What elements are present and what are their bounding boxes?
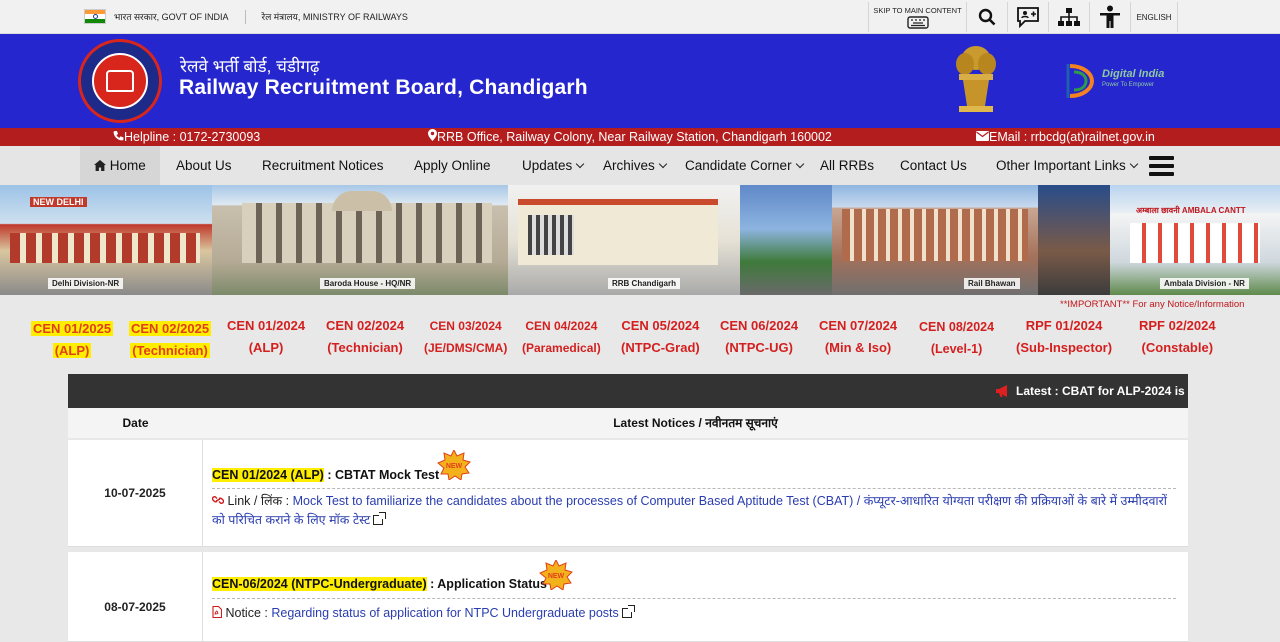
hero-banner: NEW DELHI Delhi Division-NR Baroda House… xyxy=(0,185,1280,295)
banner-dancers xyxy=(1038,185,1110,295)
banner-delhi-division: NEW DELHI Delhi Division-NR xyxy=(0,185,212,295)
banner-rail-bhawan: Rail Bhawan xyxy=(832,185,1038,295)
rpf-link-02-2024[interactable]: RPF 02/2024 (Constable) xyxy=(1139,315,1216,359)
skip-to-main-content-button[interactable]: SKIP TO MAIN CONTENT xyxy=(868,2,966,32)
notice-title: CEN 01/2024 (ALP) : CBTAT Mock Test xyxy=(212,468,440,482)
cen-link-03-2024[interactable]: CEN 03/2024 (JE/DMS/CMA) xyxy=(424,315,507,359)
mock-test-link[interactable]: Mock Test to familiarize the candidates … xyxy=(212,494,1167,527)
accessibility-icon xyxy=(1100,5,1120,28)
map-pin-icon xyxy=(428,129,437,141)
chevron-down-icon xyxy=(1129,159,1139,169)
important-notice-label: **IMPORTANT** For any Notice/Information xyxy=(1060,299,1245,310)
indian-railways-logo[interactable] xyxy=(78,39,162,123)
helpline: Helpline : 0172-2730093 xyxy=(113,129,260,144)
chevron-down-icon xyxy=(658,159,668,169)
email-contact[interactable]: EMail : rrbcdg(at)railnet.gov.in xyxy=(976,129,1155,144)
column-header-notices: Latest Notices / नवीनतम सूचनाएं xyxy=(203,408,1188,438)
chat-feedback-icon xyxy=(1017,7,1039,28)
keyboard-icon xyxy=(906,15,929,29)
gov-top-bar: भारत सरकार, GOVT OF INDIA रेल मंत्रालय, … xyxy=(0,0,1280,34)
column-header-date: Date xyxy=(68,408,203,438)
org-title-hindi: रेलवे भर्ती बोर्ड, चंडीगढ़ xyxy=(180,57,320,76)
banner-ambala-division: अम्बाला छावनी AMBALA CANTT Ambala Divisi… xyxy=(1110,185,1280,295)
notice-title: CEN-06/2024 (NTPC-Undergraduate) : Appli… xyxy=(212,577,548,591)
search-button[interactable] xyxy=(966,2,1007,32)
govt-of-india-link[interactable]: भारत सरकार, GOVT OF INDIA xyxy=(114,10,229,23)
external-link-icon xyxy=(373,512,387,525)
digital-india-icon xyxy=(1066,64,1095,98)
nav-updates[interactable]: Updates xyxy=(522,146,585,185)
cen-link-05-2024[interactable]: CEN 05/2024 (NTPC-Grad) xyxy=(621,315,700,359)
sitemap-icon xyxy=(1058,8,1080,26)
svg-text:NEW: NEW xyxy=(548,573,565,580)
accessibility-button[interactable] xyxy=(1089,2,1130,32)
ministry-link[interactable]: रेल मंत्रालय, MINISTRY OF RAILWAYS xyxy=(262,10,408,23)
nav-apply-online[interactable]: Apply Online xyxy=(414,146,491,185)
nav-archives[interactable]: Archives xyxy=(603,146,668,185)
cen-link-02-2024[interactable]: CEN 02/2024 (Technician) xyxy=(326,315,404,359)
gov-identity: भारत सरकार, GOVT OF INDIA रेल मंत्रालय, … xyxy=(84,9,408,24)
hamburger-menu-icon[interactable] xyxy=(1149,156,1174,176)
notice-link-row: Link / लिंक : Mock Test to familiarize t… xyxy=(211,494,1167,527)
table-row: 10-07-2025 CEN 01/2024 (ALP) : CBTAT Moc… xyxy=(68,440,1188,547)
national-emblem-icon xyxy=(956,46,996,112)
rpf-link-01-2024[interactable]: RPF 01/2024 (Sub-Inspector) xyxy=(1016,315,1112,359)
notice-date: 10-07-2025 xyxy=(68,440,203,546)
banner-baroda-house: Baroda House - HQ/NR xyxy=(212,185,508,295)
search-icon xyxy=(978,8,996,26)
table-row: 08-07-2025 CEN-06/2024 (NTPC-Undergradua… xyxy=(68,552,1188,642)
phone-icon xyxy=(113,131,124,141)
india-flag-icon xyxy=(84,9,106,24)
envelope-icon xyxy=(976,131,989,141)
contact-bar: Helpline : 0172-2730093 RRB Office, Rail… xyxy=(0,128,1280,146)
chevron-down-icon xyxy=(795,159,804,169)
home-icon xyxy=(94,160,106,171)
nav-about-us[interactable]: About Us xyxy=(176,146,232,185)
nav-recruitment-notices[interactable]: Recruitment Notices xyxy=(262,146,384,185)
nav-candidate-corner[interactable]: Candidate Corner xyxy=(685,146,804,185)
megaphone-icon xyxy=(996,385,1007,397)
cen-link-08-2024[interactable]: CEN 08/2024 (Level-1) xyxy=(919,316,994,360)
ntpc-application-status-link[interactable]: Regarding status of application for NTPC… xyxy=(271,606,618,620)
new-badge-icon: NEW xyxy=(437,450,471,480)
cen-link-01-2024[interactable]: CEN 01/2024 (ALP) xyxy=(227,315,305,359)
org-title-english: Railway Recruitment Board, Chandigarh xyxy=(179,76,588,99)
feedback-button[interactable] xyxy=(1007,2,1048,32)
nav-all-rrbs[interactable]: All RRBs xyxy=(820,146,874,185)
site-header: रेलवे भर्ती बोर्ड, चंडीगढ़ Railway Recru… xyxy=(0,34,1280,128)
nav-other-links[interactable]: Other Important Links xyxy=(996,146,1139,185)
external-link-icon xyxy=(621,605,635,618)
pdf-file-icon xyxy=(212,605,223,619)
latest-ticker[interactable]: Latest : CBAT for ALP-2024 is sched xyxy=(68,374,1188,408)
chevron-down-icon xyxy=(576,159,585,169)
cen-link-06-2024[interactable]: CEN 06/2024 (NTPC-UG) xyxy=(720,315,798,359)
main-nav: Home About Us Recruitment Notices Apply … xyxy=(0,146,1280,185)
sitemap-button[interactable] xyxy=(1048,2,1089,32)
nav-home[interactable]: Home xyxy=(80,146,160,185)
nav-contact-us[interactable]: Contact Us xyxy=(900,146,967,185)
svg-text:NEW: NEW xyxy=(446,463,463,470)
new-badge-icon: NEW xyxy=(539,560,573,590)
cen-link-07-2024[interactable]: CEN 07/2024 (Min & Iso) xyxy=(819,315,897,359)
notice-link-row: Notice : Regarding status of application… xyxy=(212,604,1178,623)
link-chain-icon xyxy=(211,496,225,504)
cen-link-02-2025[interactable]: CEN 02/2025 (Technician) xyxy=(129,318,212,362)
language-toggle[interactable]: ENGLISH xyxy=(1130,2,1178,32)
cen-link-04-2024[interactable]: CEN 04/2024 (Paramedical) xyxy=(522,315,601,359)
digital-india-logo[interactable]: Digital India Power To Empower xyxy=(1064,60,1174,102)
banner-rrb-chandigarh: RRB Chandigarh xyxy=(508,185,740,295)
banner-garden xyxy=(740,185,832,295)
office-address: RRB Office, Railway Colony, Near Railway… xyxy=(428,129,832,144)
cen-link-01-2025[interactable]: CEN 01/2025 (ALP) xyxy=(31,318,114,362)
notice-date: 08-07-2025 xyxy=(68,552,203,641)
